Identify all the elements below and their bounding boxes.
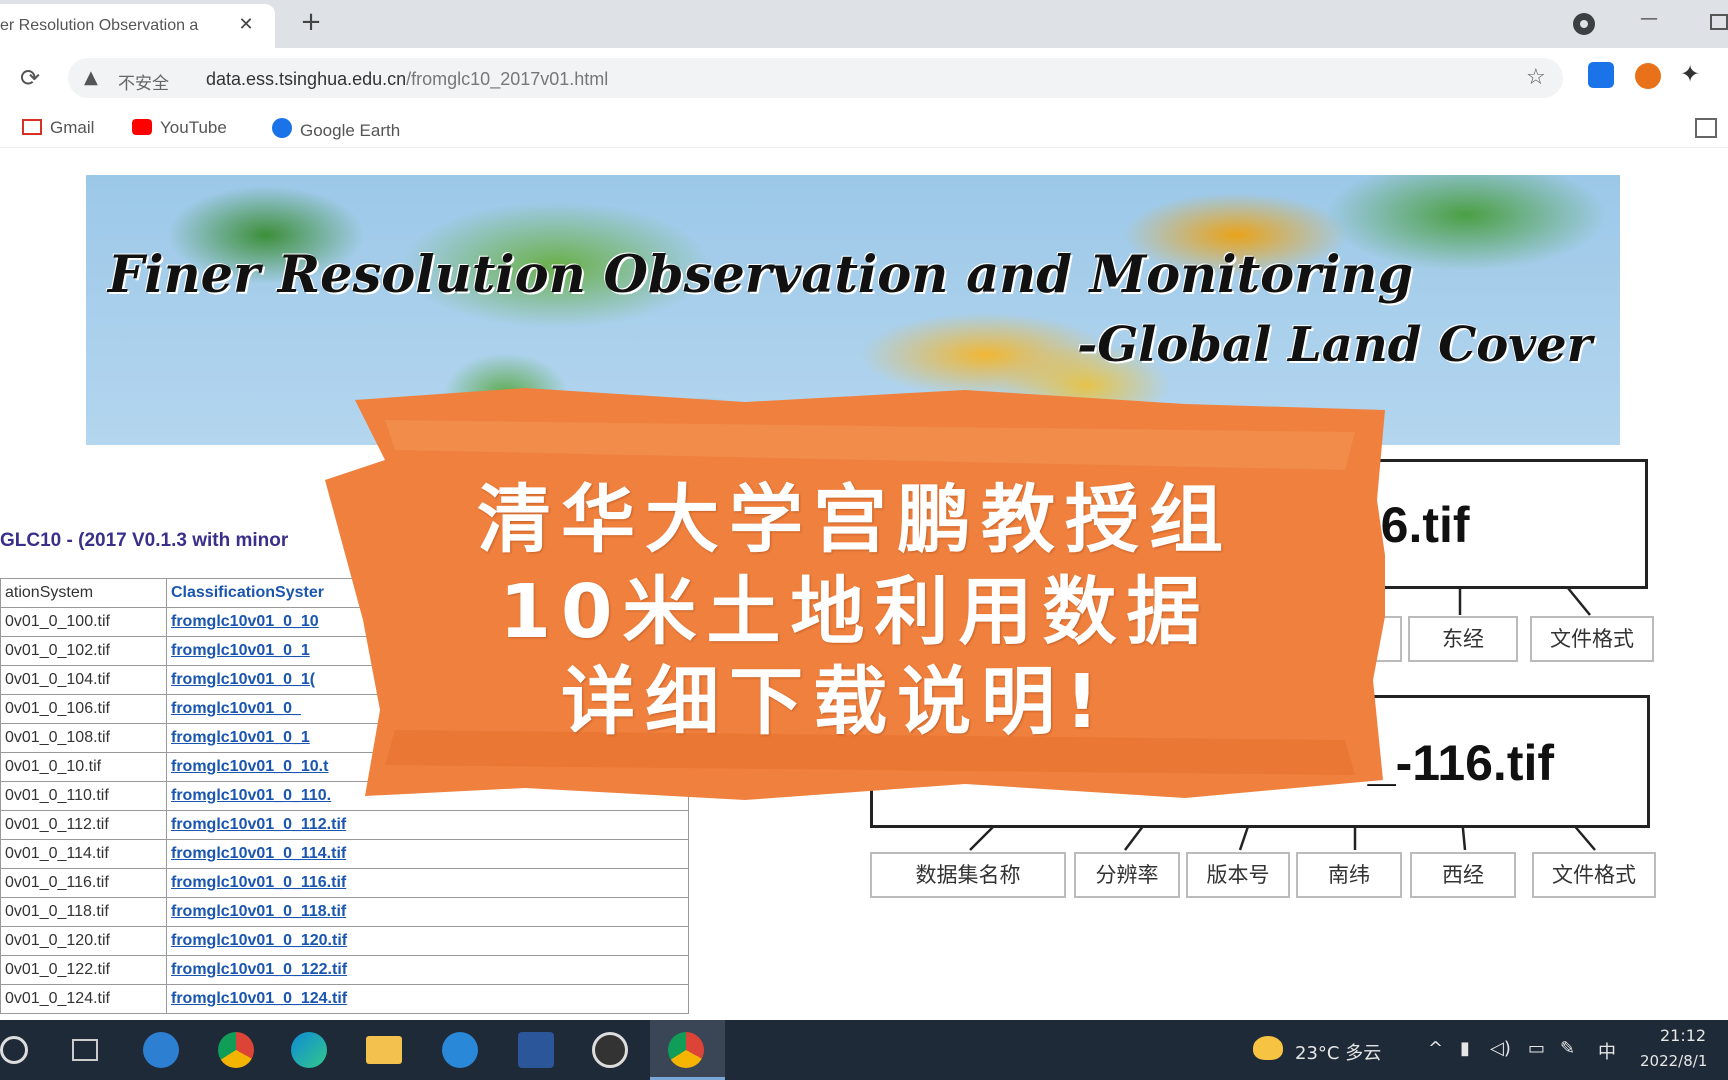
promo-line-1: 清华大学宫鹏教授组 [477,477,1233,563]
promo-overlay: 清华大学宫鹏教授组 10米土地利用数据 详细下载说明! [325,380,1385,810]
label-box: 文件格式 [1530,616,1654,662]
ime-indicator[interactable]: 中 [1598,1038,1616,1064]
file-explorer-icon[interactable] [366,1036,402,1064]
chrome-icon[interactable] [668,1032,704,1068]
label-box: 数据集名称 [870,852,1066,898]
app-icon[interactable] [442,1032,478,1068]
taskbar: 23°C 多云 ^ ▮ ◁) ▭ ✎ 中 21:12 2022/8/1 [0,1020,1728,1080]
chrome-icon[interactable] [218,1032,254,1068]
chevron-up-icon[interactable]: ^ [1428,1038,1443,1059]
label-box: 东经 [1408,616,1518,662]
search-icon[interactable] [0,1036,28,1064]
clock-date[interactable]: 2022/8/1 [1640,1052,1707,1070]
label-box: 西经 [1410,852,1516,898]
weather-icon[interactable] [1253,1036,1283,1060]
promo-line-3: 详细下载说明! [561,659,1109,745]
app-icon[interactable] [143,1032,179,1068]
obs-icon[interactable] [592,1032,628,1068]
pen-icon[interactable]: ✎ [1560,1038,1575,1059]
label-box: 南纬 [1296,852,1402,898]
weather-text[interactable]: 23°C 多云 [1295,1039,1381,1065]
clock-time[interactable]: 21:12 [1660,1026,1706,1045]
speaker-icon[interactable]: ◁) [1490,1038,1511,1059]
network-icon[interactable]: ▭ [1528,1038,1545,1059]
label-box: 分辨率 [1074,852,1180,898]
label-box: 版本号 [1186,852,1290,898]
label-box: 文件格式 [1532,852,1656,898]
task-view-icon[interactable] [72,1039,98,1061]
word-icon[interactable] [518,1032,554,1068]
battery-icon[interactable]: ▮ [1460,1038,1470,1059]
edge-icon[interactable] [291,1032,327,1068]
